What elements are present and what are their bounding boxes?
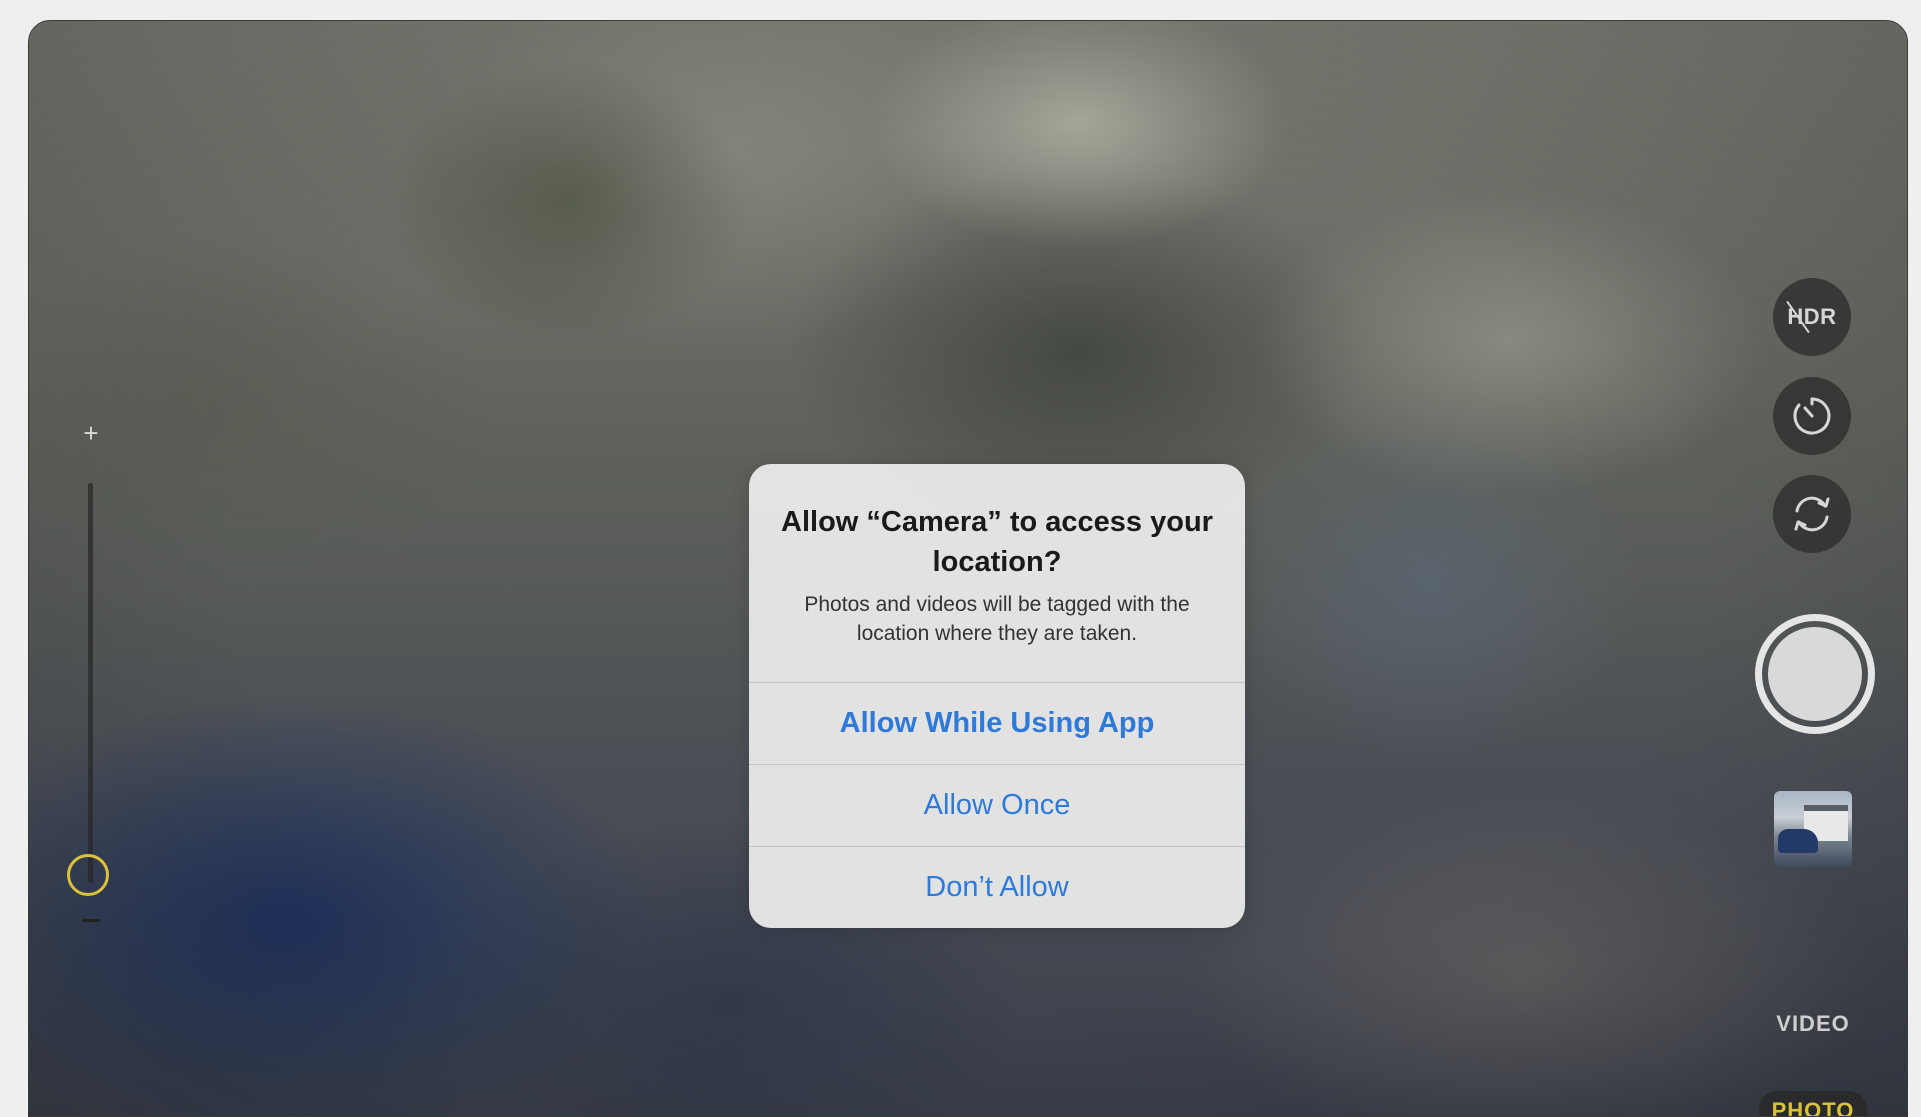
- mode-video[interactable]: VIDEO: [1759, 1011, 1867, 1037]
- alert-message: Photos and videos will be tagged with th…: [804, 593, 1190, 645]
- last-photo-thumbnail[interactable]: [1774, 791, 1852, 867]
- switch-camera-button[interactable]: [1773, 475, 1851, 553]
- timer-icon: [1793, 397, 1831, 435]
- alert-title: Allow “Camera” to access your location?: [781, 506, 1213, 578]
- zoom-in-icon[interactable]: +: [79, 420, 103, 446]
- zoom-slider-handle[interactable]: [67, 854, 109, 896]
- zoom-slider[interactable]: [88, 483, 93, 883]
- alert-header: Allow “Camera” to access your location? …: [749, 464, 1245, 682]
- allow-while-using-app-button[interactable]: Allow While Using App: [749, 682, 1245, 764]
- camera-screen: + HDR VIDEO PHOTO Allow “Camera” to acce…: [28, 20, 1908, 1117]
- timer-button[interactable]: [1773, 377, 1851, 455]
- shutter-button[interactable]: [1755, 614, 1875, 734]
- hdr-button[interactable]: HDR: [1773, 278, 1851, 356]
- zoom-out-icon[interactable]: [82, 919, 100, 922]
- camera-flip-icon: [1794, 496, 1830, 532]
- location-permission-alert: Allow “Camera” to access your location? …: [749, 464, 1245, 928]
- allow-once-button[interactable]: Allow Once: [749, 764, 1245, 846]
- mode-photo[interactable]: PHOTO: [1759, 1091, 1867, 1116]
- dont-allow-button[interactable]: Don’t Allow: [749, 846, 1245, 928]
- hdr-off-icon: HDR: [1787, 304, 1837, 329]
